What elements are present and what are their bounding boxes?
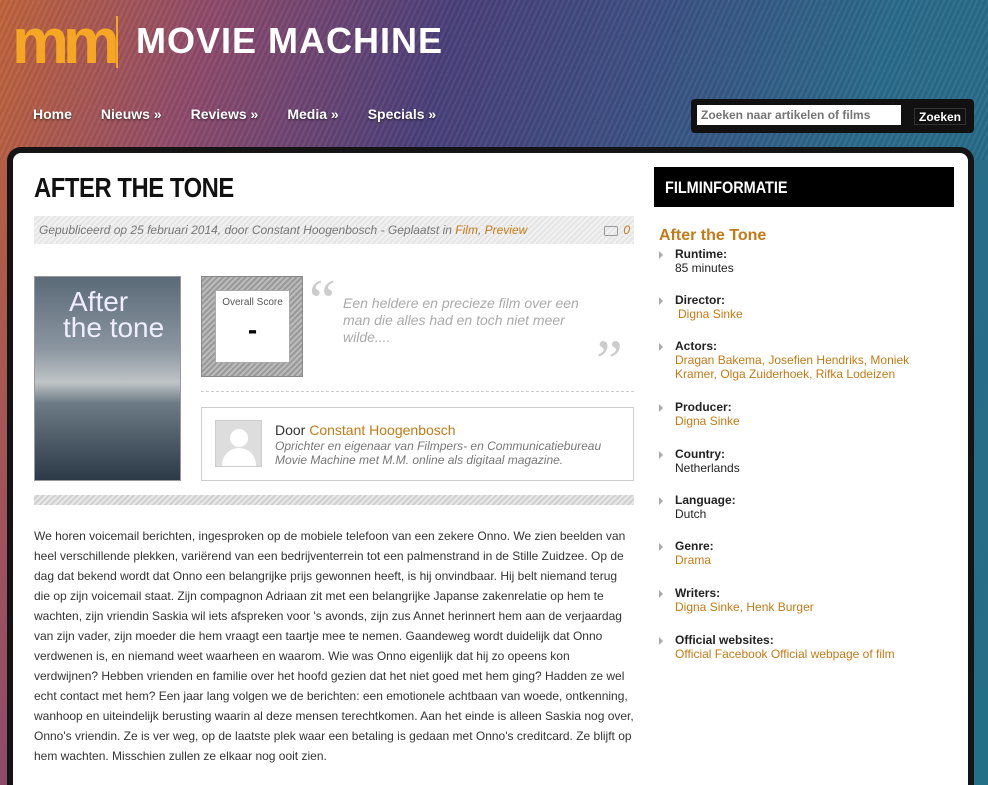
writers-links[interactable]: Digna Sinke, Henk Burger (675, 600, 945, 614)
score-label: Overall Score (222, 297, 283, 308)
bullet-icon (659, 590, 663, 598)
logo-divider (116, 16, 118, 68)
search-button[interactable]: Zoeken (914, 108, 966, 125)
author-link[interactable]: Constant Hoogenbosch (309, 422, 455, 438)
nav-home[interactable]: Home (33, 106, 72, 122)
sidebar-heading: FILMINFORMATIE (654, 167, 954, 207)
site-header: mm MOVIE MACHINE Home Nieuws » Reviews »… (0, 0, 988, 150)
category-link-preview[interactable]: Preview (485, 223, 528, 237)
bullet-icon (659, 637, 663, 645)
meta-separator: , (477, 223, 485, 237)
author-byline: Door Constant Hoogenbosch (275, 422, 456, 438)
bullet-icon (659, 251, 663, 259)
main-nav: Home Nieuws » Reviews » Media » Specials… (33, 106, 465, 122)
bullet-icon (659, 404, 663, 412)
actors-links[interactable]: Dragan Bakema, Josefien Hendriks, Moniek… (675, 353, 945, 381)
logo-mark[interactable]: mm (12, 9, 120, 73)
film-title: After the Tone (659, 227, 767, 244)
search-input[interactable] (697, 105, 901, 125)
nav-reviews[interactable]: Reviews » (191, 106, 259, 122)
website-links[interactable]: Official Facebook Official webpage of fi… (675, 647, 945, 661)
comment-icon (604, 225, 619, 236)
director-link[interactable]: Digna Sinke (678, 307, 948, 321)
bullet-icon (659, 297, 663, 305)
quote-open-icon: “ (309, 268, 336, 334)
bullet-icon (659, 451, 663, 459)
nav-nieuws[interactable]: Nieuws » (101, 106, 162, 122)
bullet-icon (659, 543, 663, 551)
divider (201, 391, 634, 392)
section-divider (34, 495, 634, 505)
article-title: AFTER THE TONE (34, 172, 234, 203)
meta-text: Gepubliceerd op 25 februari 2014, door C… (39, 223, 456, 237)
movie-poster: After the tone (34, 276, 181, 481)
comment-count[interactable]: 0 (604, 223, 630, 237)
nav-specials[interactable]: Specials » (368, 106, 437, 122)
avatar (215, 420, 262, 467)
article-body: We horen voicemail berichten, ingesproke… (34, 529, 634, 763)
genre-link[interactable]: Drama (675, 553, 945, 567)
logo-text[interactable]: MOVIE MACHINE (136, 20, 443, 62)
bullet-icon (659, 343, 663, 351)
nav-media[interactable]: Media » (287, 106, 338, 122)
article-meta: Gepubliceerd op 25 februari 2014, door C… (34, 216, 634, 244)
producer-link[interactable]: Digna Sinke (675, 414, 945, 428)
pull-quote: Een heldere en precieze film over een ma… (343, 295, 579, 345)
poster-title: After the tone (63, 286, 165, 343)
author-bio: Oprichter en eigenaar van Filmpers- en C… (275, 439, 602, 467)
category-link-film[interactable]: Film (455, 223, 478, 237)
score-value: - (247, 314, 258, 345)
author-box: Door Constant Hoogenbosch Oprichter en e… (201, 407, 634, 481)
bullet-icon (659, 497, 663, 505)
quote-close-icon: ” (596, 328, 623, 394)
score-box: Overall Score - (201, 276, 303, 377)
